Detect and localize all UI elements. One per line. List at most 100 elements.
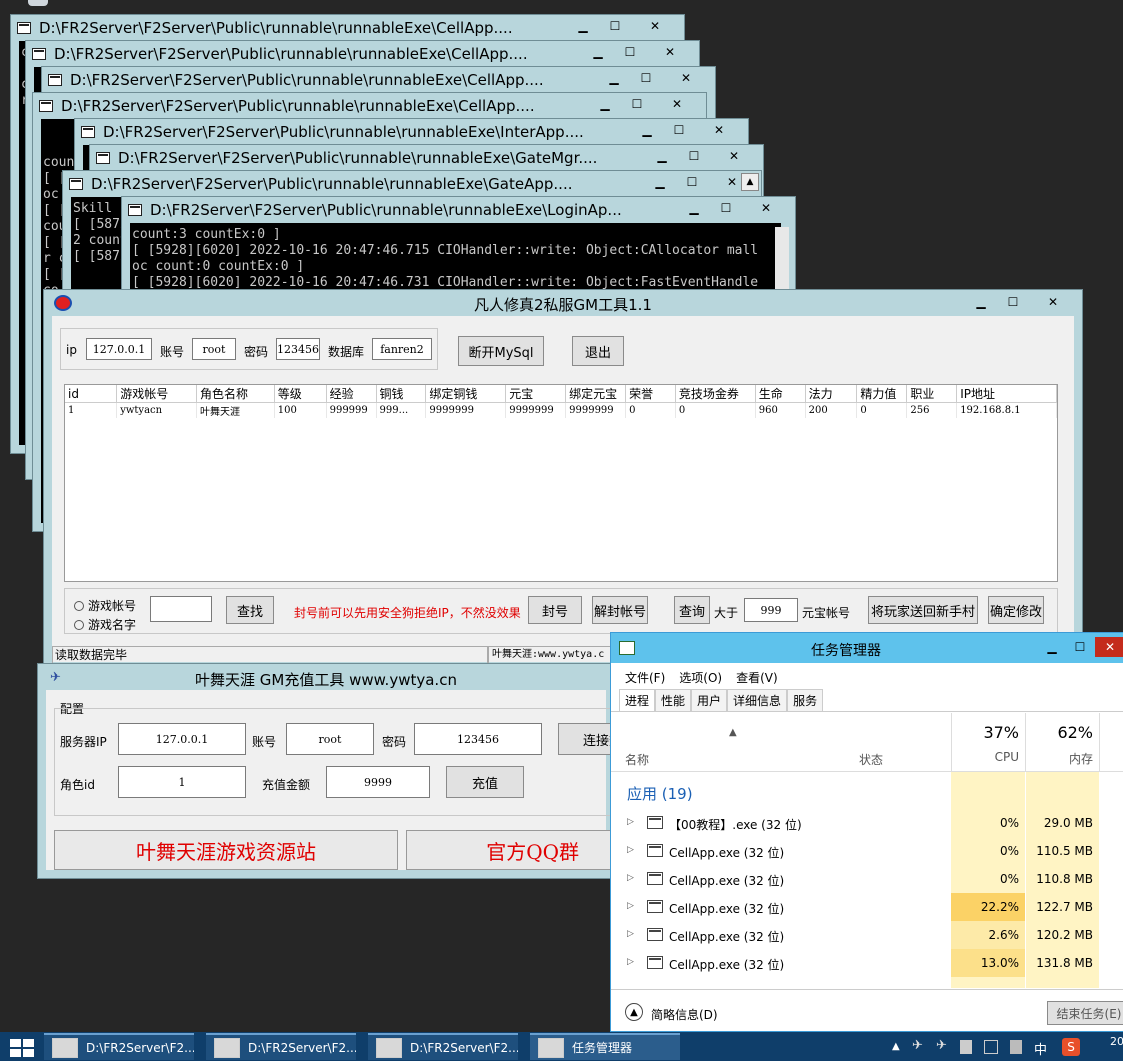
process-row[interactable]: ▷ CellApp.exe (32 位) 2.6% 120.2 MB <box>611 921 1123 949</box>
close-icon[interactable]: ✕ <box>696 120 742 140</box>
tray-volume-icon[interactable] <box>1010 1040 1022 1054</box>
table-header[interactable]: 等级 <box>274 385 327 403</box>
col-name-header[interactable]: 名称 <box>625 751 649 768</box>
tm-tab[interactable]: 性能 <box>655 689 692 711</box>
taskbar-item[interactable]: D:\FR2Server\F2... <box>368 1033 518 1060</box>
table-header[interactable]: 竞技场金券 <box>675 385 756 403</box>
console-titlebar[interactable]: D:\FR2Server\F2Server\Public\runnable\ru… <box>42 67 715 93</box>
yuanbao-threshold-input[interactable]: 999 <box>744 598 798 622</box>
process-row-partial[interactable] <box>611 977 1123 985</box>
console-titlebar[interactable]: D:\FR2Server\F2Server\Public\runnable\ru… <box>122 197 795 223</box>
expand-icon[interactable]: ▷ <box>627 845 634 855</box>
role-id-input[interactable]: 1 <box>118 766 246 798</box>
scroll-up-icon[interactable]: ▲ <box>741 173 759 191</box>
recharge-amount-input[interactable]: 9999 <box>326 766 430 798</box>
minimize-icon[interactable]: ▁ <box>590 94 620 114</box>
close-icon[interactable]: ✕ <box>743 198 789 218</box>
db-input[interactable]: fanren2 <box>372 338 432 360</box>
minimize-icon[interactable]: ▁ <box>647 146 677 166</box>
tm-tab[interactable]: 进程 <box>619 689 656 711</box>
server-ip-input[interactable]: 127.0.0.1 <box>118 723 246 755</box>
expand-icon[interactable]: ▷ <box>627 873 634 883</box>
qq-group-button[interactable]: 官方QQ群 <box>406 830 616 870</box>
tm-menu-item[interactable]: 选项(O) <box>679 669 722 686</box>
process-row[interactable]: ▷ CellApp.exe (32 位) 13.0% 131.8 MB <box>611 949 1123 977</box>
sort-up-icon[interactable]: ▲ <box>729 727 737 738</box>
send-to-novice-village-button[interactable]: 将玩家送回新手村 <box>868 596 978 624</box>
taskbar-item[interactable]: D:\FR2Server\F2... <box>206 1033 356 1060</box>
console-titlebar[interactable]: D:\FR2Server\F2Server\Public\runnable\ru… <box>11 15 684 41</box>
maximize-icon[interactable]: ☐ <box>600 16 630 36</box>
table-header[interactable]: id <box>65 385 118 403</box>
maximize-icon[interactable]: ☐ <box>631 68 661 88</box>
expand-icon[interactable]: ▷ <box>627 901 634 911</box>
tray-app2-icon[interactable]: ✈ <box>936 1038 947 1053</box>
process-row[interactable]: ▷ 【00教程】.exe (32 位) 0% 29.0 MB <box>611 809 1123 837</box>
account-input[interactable]: root <box>192 338 236 360</box>
query-button[interactable]: 查询 <box>674 596 710 624</box>
search-input[interactable] <box>150 596 212 622</box>
close-icon[interactable]: ✕ <box>654 94 700 114</box>
close-icon[interactable]: ✕ <box>647 42 693 62</box>
exit-button[interactable]: 退出 <box>572 336 624 366</box>
recharge-account-input[interactable]: root <box>286 723 374 755</box>
expand-icon[interactable]: ▷ <box>627 929 634 939</box>
table-header[interactable]: 荣誉 <box>625 385 676 403</box>
player-table[interactable]: id 游戏帐号 角色名称 等级 经验 铜钱 绑定铜钱 元宝 绑定元宝 荣誉 竞技场金券 生命 法力 精力值… <box>64 384 1058 582</box>
maximize-icon[interactable]: ☐ <box>679 146 709 166</box>
table-header[interactable]: 元宝 <box>505 385 567 403</box>
recycle-bin-icon[interactable] <box>28 0 48 6</box>
minimize-icon[interactable]: ▁ <box>583 42 613 62</box>
tm-menu-item[interactable]: 查看(V) <box>736 669 778 686</box>
taskbar-item[interactable]: D:\FR2Server\F2... <box>44 1033 194 1060</box>
table-header[interactable]: 绑定铜钱 <box>425 385 507 403</box>
table-header[interactable]: 游戏帐号 <box>116 385 197 403</box>
table-header[interactable]: 角色名称 <box>196 385 275 403</box>
radio-account[interactable]: 游戏帐号 <box>74 597 136 614</box>
maximize-icon[interactable]: ☐ <box>622 94 652 114</box>
radio-name[interactable]: 游戏名字 <box>74 616 136 633</box>
maximize-icon[interactable]: ☐ <box>664 120 694 140</box>
collapse-details-icon[interactable]: ▲ <box>625 1003 643 1021</box>
console-titlebar[interactable]: D:\FR2Server\F2Server\Public\runnable\ru… <box>75 119 748 145</box>
console-titlebar[interactable]: D:\FR2Server\F2Server\Public\runnable\ru… <box>33 93 706 119</box>
col-status-header[interactable]: 状态 <box>859 751 883 768</box>
table-row[interactable]: 1 ywtyacn 叶舞天涯 100 999999 999... 9999999 999999… <box>65 402 1057 418</box>
end-task-button[interactable]: 结束任务(E) <box>1047 1001 1123 1025</box>
recharge-button[interactable]: 充值 <box>446 766 524 798</box>
tm-tab[interactable]: 服务 <box>787 689 824 711</box>
minimize-icon[interactable]: ▁ <box>568 16 598 36</box>
tm-minimize-icon[interactable]: ▁ <box>1039 637 1065 657</box>
process-row[interactable]: ▷ CellApp.exe (32 位) 0% 110.8 MB <box>611 865 1123 893</box>
minimize-icon[interactable]: ▁ <box>599 68 629 88</box>
search-button[interactable]: 查找 <box>226 596 274 624</box>
minimize-icon[interactable]: ▁ <box>966 292 996 312</box>
tm-maximize-icon[interactable]: ☐ <box>1067 637 1093 657</box>
console-titlebar[interactable]: D:\FR2Server\F2Server\Public\runnable\ru… <box>90 145 763 171</box>
minimize-icon[interactable]: ▁ <box>632 120 662 140</box>
table-header[interactable]: 铜钱 <box>376 385 427 403</box>
tray-app-icon[interactable]: ✈ <box>912 1038 923 1053</box>
tray-network-icon[interactable] <box>984 1040 998 1054</box>
tm-menu-item[interactable]: 文件(F) <box>625 669 665 686</box>
taskbar-item[interactable]: 任务管理器 <box>530 1033 680 1060</box>
start-button[interactable] <box>10 1039 36 1057</box>
maximize-icon[interactable]: ☐ <box>711 198 741 218</box>
cpu-header[interactable]: CPU <box>951 750 1025 764</box>
process-row[interactable]: ▷ CellApp.exe (32 位) 0% 110.5 MB <box>611 837 1123 865</box>
sogou-ime-icon[interactable]: S <box>1062 1038 1080 1056</box>
ip-input[interactable]: 127.0.0.1 <box>86 338 152 360</box>
minimize-icon[interactable]: ▁ <box>645 172 675 192</box>
tm-tab[interactable]: 详细信息 <box>727 689 788 711</box>
recharge-password-input[interactable]: 123456 <box>414 723 542 755</box>
connect-db-button[interactable]: 连接数 <box>558 723 614 755</box>
memory-header[interactable]: 内存 <box>1025 750 1099 767</box>
minimize-icon[interactable]: ▁ <box>679 198 709 218</box>
password-input[interactable]: 123456 <box>276 338 320 360</box>
unban-button[interactable]: 解封帐号 <box>592 596 648 624</box>
tm-close-icon[interactable]: ✕ <box>1095 637 1123 657</box>
close-icon[interactable]: ✕ <box>1030 292 1076 312</box>
close-icon[interactable]: ✕ <box>711 146 757 166</box>
resource-site-button[interactable]: 叶舞天涯游戏资源站 <box>54 830 398 870</box>
tray-up-icon[interactable]: ▲ <box>892 1041 900 1052</box>
